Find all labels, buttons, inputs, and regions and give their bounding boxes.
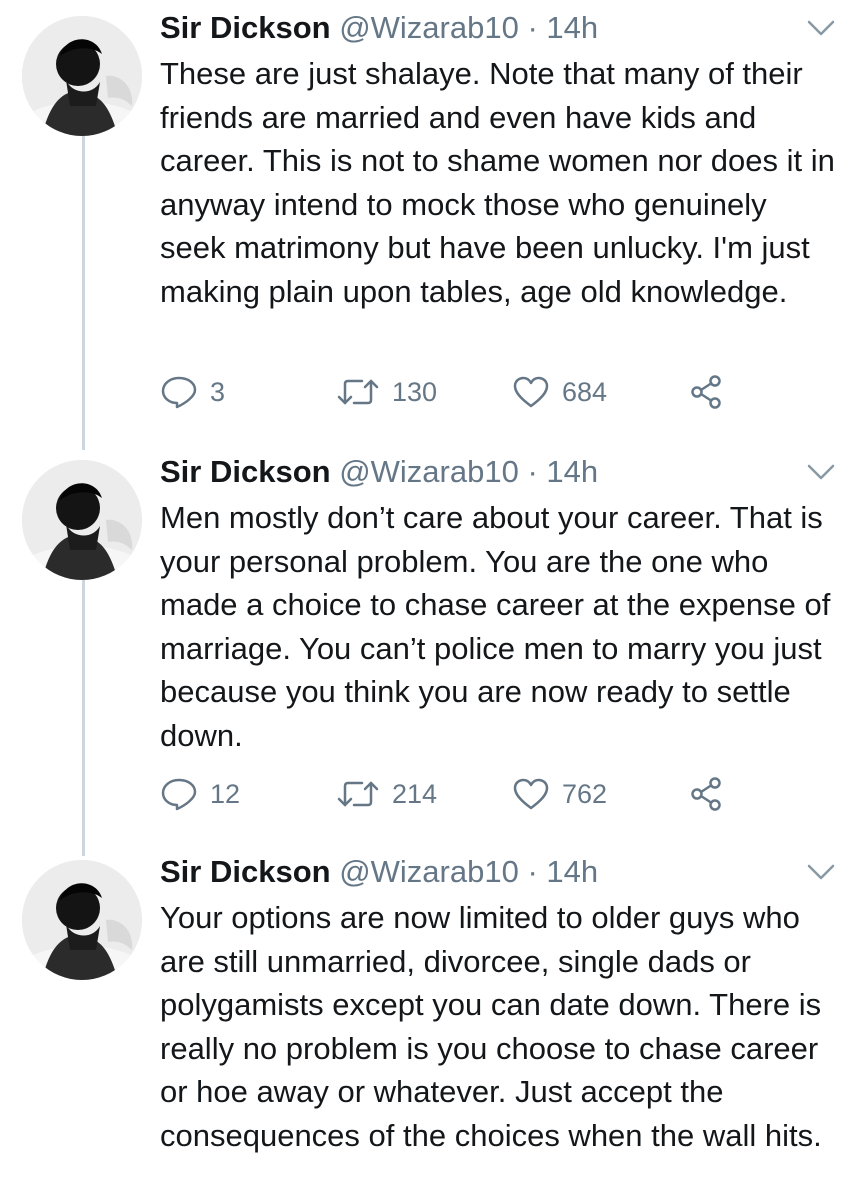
separator: ·	[527, 854, 538, 889]
avatar[interactable]	[22, 460, 142, 580]
reply-count: 12	[210, 778, 241, 809]
share-icon	[691, 375, 721, 409]
like-button[interactable]: 684	[512, 372, 607, 412]
like-button[interactable]: 762	[512, 774, 607, 814]
tweet-header: Sir Dickson @Wizarab10 · 14h	[160, 8, 598, 48]
retweet-icon	[337, 379, 379, 405]
avatar[interactable]	[22, 860, 142, 980]
display-name[interactable]: Sir Dickson	[160, 854, 331, 889]
chevron-down-icon[interactable]	[806, 462, 836, 482]
chevron-down-icon[interactable]	[806, 18, 836, 38]
tweet[interactable]: Sir Dickson @Wizarab10 · 14h Your option…	[0, 852, 852, 1200]
timestamp[interactable]: 14h	[546, 854, 598, 889]
retweet-count: 214	[392, 778, 438, 809]
timestamp[interactable]: 14h	[546, 454, 598, 489]
tweet[interactable]: Sir Dickson @Wizarab10 · 14h These are j…	[0, 8, 852, 428]
tweet-text: These are just shalaye. Note that many o…	[160, 56, 835, 309]
share-button[interactable]	[688, 372, 724, 412]
handle[interactable]: @Wizarab10	[339, 10, 519, 45]
reply-button[interactable]: 3	[160, 372, 225, 412]
tweet-text: Your options are now limited to older gu…	[160, 900, 822, 1153]
retweet-count: 130	[392, 376, 438, 407]
like-count: 762	[562, 778, 608, 809]
retweet-button[interactable]: 130	[336, 372, 437, 412]
handle[interactable]: @Wizarab10	[339, 454, 519, 489]
avatar-image	[22, 16, 142, 136]
tweet-text: Men mostly don’t care about your career.…	[160, 500, 831, 753]
reply-icon	[161, 778, 197, 811]
share-button[interactable]	[688, 774, 724, 814]
avatar-image	[22, 460, 142, 580]
display-name[interactable]: Sir Dickson	[160, 10, 331, 45]
retweet-icon	[337, 781, 379, 807]
reply-button[interactable]: 12	[160, 774, 240, 814]
tweet-header: Sir Dickson @Wizarab10 · 14h	[160, 852, 598, 892]
timestamp[interactable]: 14h	[546, 10, 598, 45]
avatar-image	[22, 860, 142, 980]
action-bar: 3 130 684	[160, 372, 760, 412]
tweet[interactable]: Sir Dickson @Wizarab10 · 14h Men mostly …	[0, 452, 852, 832]
chevron-down-icon[interactable]	[806, 862, 836, 882]
retweet-button[interactable]: 214	[336, 774, 437, 814]
handle[interactable]: @Wizarab10	[339, 854, 519, 889]
heart-icon	[513, 376, 549, 408]
tweet-header: Sir Dickson @Wizarab10 · 14h	[160, 452, 598, 492]
share-icon	[691, 777, 721, 811]
like-count: 684	[562, 376, 608, 407]
avatar[interactable]	[22, 16, 142, 136]
heart-icon	[513, 778, 549, 810]
action-bar: 12 214 762	[160, 774, 760, 814]
reply-icon	[161, 376, 197, 409]
display-name[interactable]: Sir Dickson	[160, 454, 331, 489]
reply-count: 3	[210, 376, 226, 407]
separator: ·	[527, 10, 538, 45]
separator: ·	[527, 454, 538, 489]
